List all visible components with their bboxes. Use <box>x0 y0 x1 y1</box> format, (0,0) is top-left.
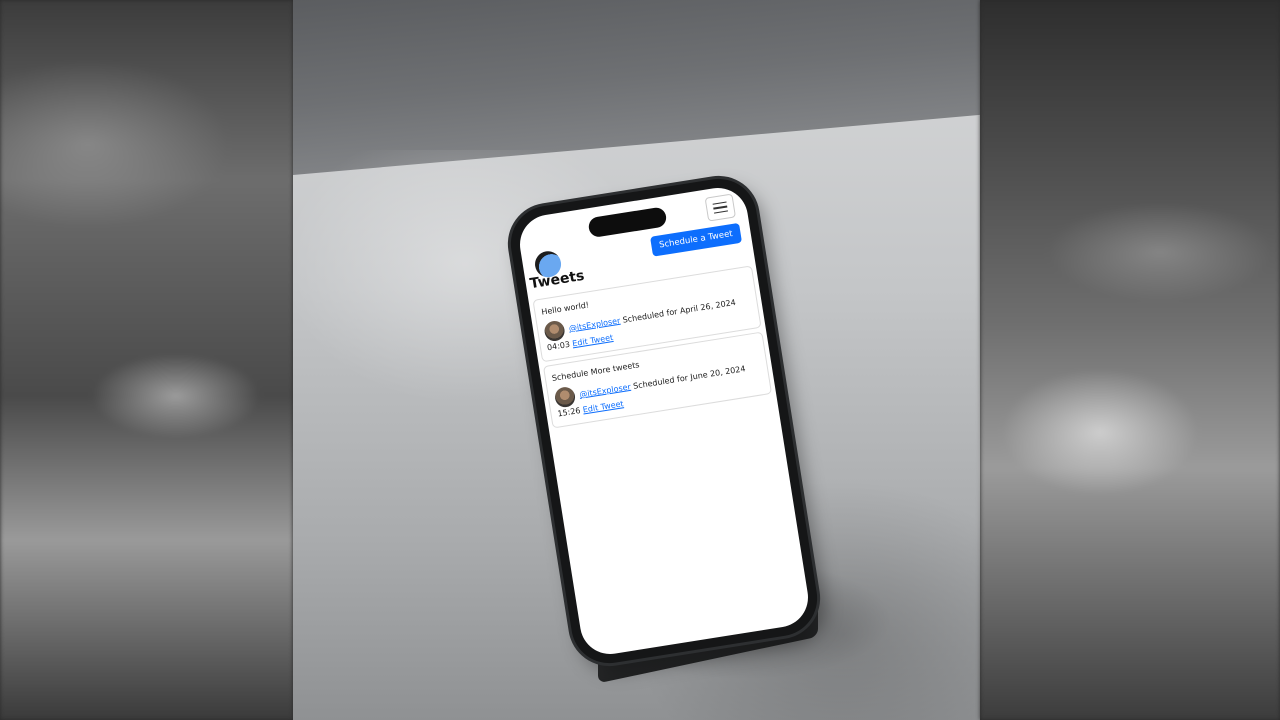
phone-photo: Schedule a Tweet Tweets Hello world! @it… <box>293 0 980 720</box>
tweet-list: Hello world! @itsExploser Scheduled for … <box>532 265 773 432</box>
hamburger-menu-icon[interactable] <box>704 193 737 222</box>
user-handle-link[interactable]: @itsExploser <box>579 382 632 399</box>
avatar <box>553 385 577 409</box>
edit-tweet-link[interactable]: Edit Tweet <box>572 333 614 348</box>
background-wall <box>293 0 980 175</box>
avatar <box>543 319 566 343</box>
app-header: Schedule a Tweet <box>527 193 743 281</box>
scheduled-date: Scheduled for June 20, <box>632 367 724 391</box>
blurred-background-left <box>0 0 293 720</box>
schedule-tweet-button[interactable]: Schedule a Tweet <box>649 222 743 257</box>
edit-tweet-link[interactable]: Edit Tweet <box>582 399 624 414</box>
scheduled-date: Scheduled for April 26, <box>621 301 714 325</box>
user-handle-link[interactable]: @itsExploser <box>568 316 621 333</box>
blurred-background-right <box>980 0 1280 720</box>
